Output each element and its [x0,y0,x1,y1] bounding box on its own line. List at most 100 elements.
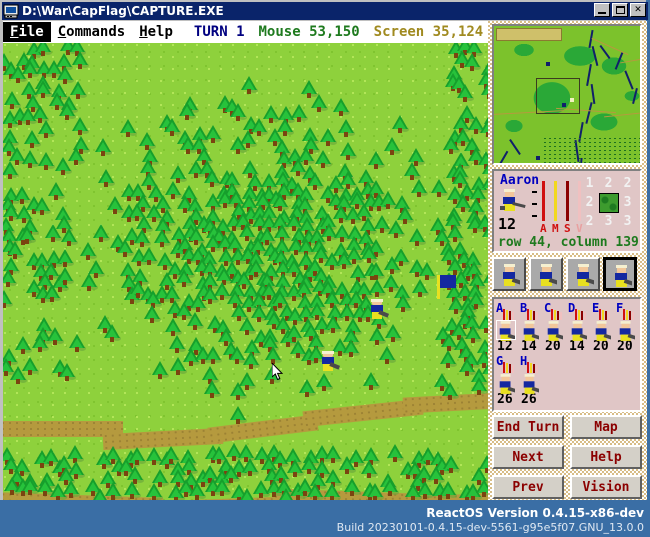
unit-button-3[interactable] [566,257,600,291]
map-unit-enemy[interactable] [369,299,390,319]
roster-item-c[interactable]: C 20 [544,301,568,354]
tree-icon [187,312,205,331]
action-button-panel: End Turn Map Next Help Prev Vision [492,415,644,499]
tree-icon [23,129,41,148]
grid-cell-0-0: 1 [585,176,594,191]
window-controls: ✕ [594,3,646,17]
tree-icon [332,98,350,117]
tree-icon [264,366,282,385]
minimap-hatch [544,150,640,151]
unit-number: 12 [498,215,517,233]
unit-portrait [499,189,527,217]
application-window: D:\War\CapFlag\CAPTURE.EXE ✕ File Comman… [0,0,648,501]
stat-label-m: M [552,222,559,235]
vision-button[interactable]: Vision [570,475,642,499]
prev-button[interactable]: Prev [492,475,564,499]
tree-icon [411,278,429,297]
roster-item-b[interactable]: B 14 [520,301,544,354]
roster-header: F [616,301,640,320]
maximize-button[interactable] [612,3,628,17]
minimap-hatch [544,146,640,147]
tree-icon [443,455,461,474]
tree-icon [21,149,39,168]
roster-panel: A 12 B 14 C 20 D 14 E 20 F 20 G 26 H 26 [492,297,642,412]
tree-icon [7,240,25,259]
tree-icon [119,119,137,138]
soldier-icon [521,374,543,394]
terrain-tile-icon [599,193,619,213]
tree-icon [123,481,141,500]
soldier-icon [617,321,639,341]
tree-icon [361,245,379,264]
tree-icon [391,115,409,134]
tree-icon [382,477,400,496]
roster-item-e[interactable]: E 20 [592,301,616,354]
tree-icon [344,477,362,496]
tree-icon [408,228,426,247]
mouse-coordinates: Mouse 53,150 [258,24,360,40]
end-turn-button[interactable]: End Turn [492,415,564,439]
map-view[interactable] [3,43,488,501]
roster-item-d[interactable]: D 14 [568,301,592,354]
close-button[interactable]: ✕ [630,3,646,17]
minimap-unit-dot [562,103,566,107]
unit-position-text: row 44, column 139 [498,235,639,250]
roster-item-g[interactable]: G 26 [496,354,520,407]
minimap-unit-dot [536,156,540,160]
tree-icon [151,360,169,379]
unit-button-4[interactable] [603,257,637,291]
os-build-line: Build 20230101-0.4.15-dev-5561-g95e5f07.… [336,521,644,534]
tree-icon [79,241,97,260]
grid-cell-2-1: 3 [604,214,613,229]
map-unit-selected[interactable] [320,351,341,371]
menu-commands[interactable]: Commands [51,22,132,42]
tree-icon [92,223,110,242]
tree-icon [44,223,62,242]
tree-icon [446,223,464,242]
tree-icon [440,350,458,369]
help-button[interactable]: Help [570,445,642,469]
side-panel: Aaron 12 A M S V 1 2 2 2 3 2 3 3 row 44,… [488,21,647,501]
unit-button-2[interactable] [529,257,563,291]
roster-item-a[interactable]: A 12 [496,301,520,354]
menu-file[interactable]: File [3,22,51,42]
tree-icon [242,458,260,477]
tree-icon [307,483,325,501]
tree-icon [3,290,13,309]
roster-value: 20 [617,339,633,354]
soldier-icon [574,264,599,290]
tree-icon [346,245,364,264]
unit-button-bar [492,257,642,294]
next-button[interactable]: Next [492,445,564,469]
tree-icon [37,120,55,139]
minimap[interactable] [492,24,642,165]
soldier-icon [500,264,525,290]
tree-icon [315,372,333,391]
tree-icon [58,362,76,381]
tree-icon [189,482,207,501]
roster-header: D [568,301,592,320]
roster-item-f[interactable]: F 20 [616,301,640,354]
tree-icon [44,283,62,302]
tree-icon [68,333,86,352]
roster-header: B [520,301,544,320]
tree-icon [229,382,247,401]
map-button[interactable]: Map [570,415,642,439]
menu-help[interactable]: Help [132,22,180,42]
minimize-button[interactable] [594,3,610,17]
tree-icon [165,317,183,336]
unit-button-1[interactable] [492,257,526,291]
roster-letter: C [544,301,552,315]
grid-cell-1-0: 2 [585,195,594,210]
roster-item-h[interactable]: H 26 [520,354,544,407]
tree-icon [343,339,361,358]
tree-icon [34,197,52,216]
roster-header: C [544,301,568,320]
title-bar[interactable]: D:\War\CapFlag\CAPTURE.EXE ✕ [2,2,648,20]
minimap-viewport-rect[interactable] [536,78,580,114]
soldier-icon [569,321,591,341]
minimap-hatch [544,142,640,143]
tree-icon [363,371,381,390]
roster-letter: A [496,301,504,315]
roster-value: 20 [545,339,561,354]
